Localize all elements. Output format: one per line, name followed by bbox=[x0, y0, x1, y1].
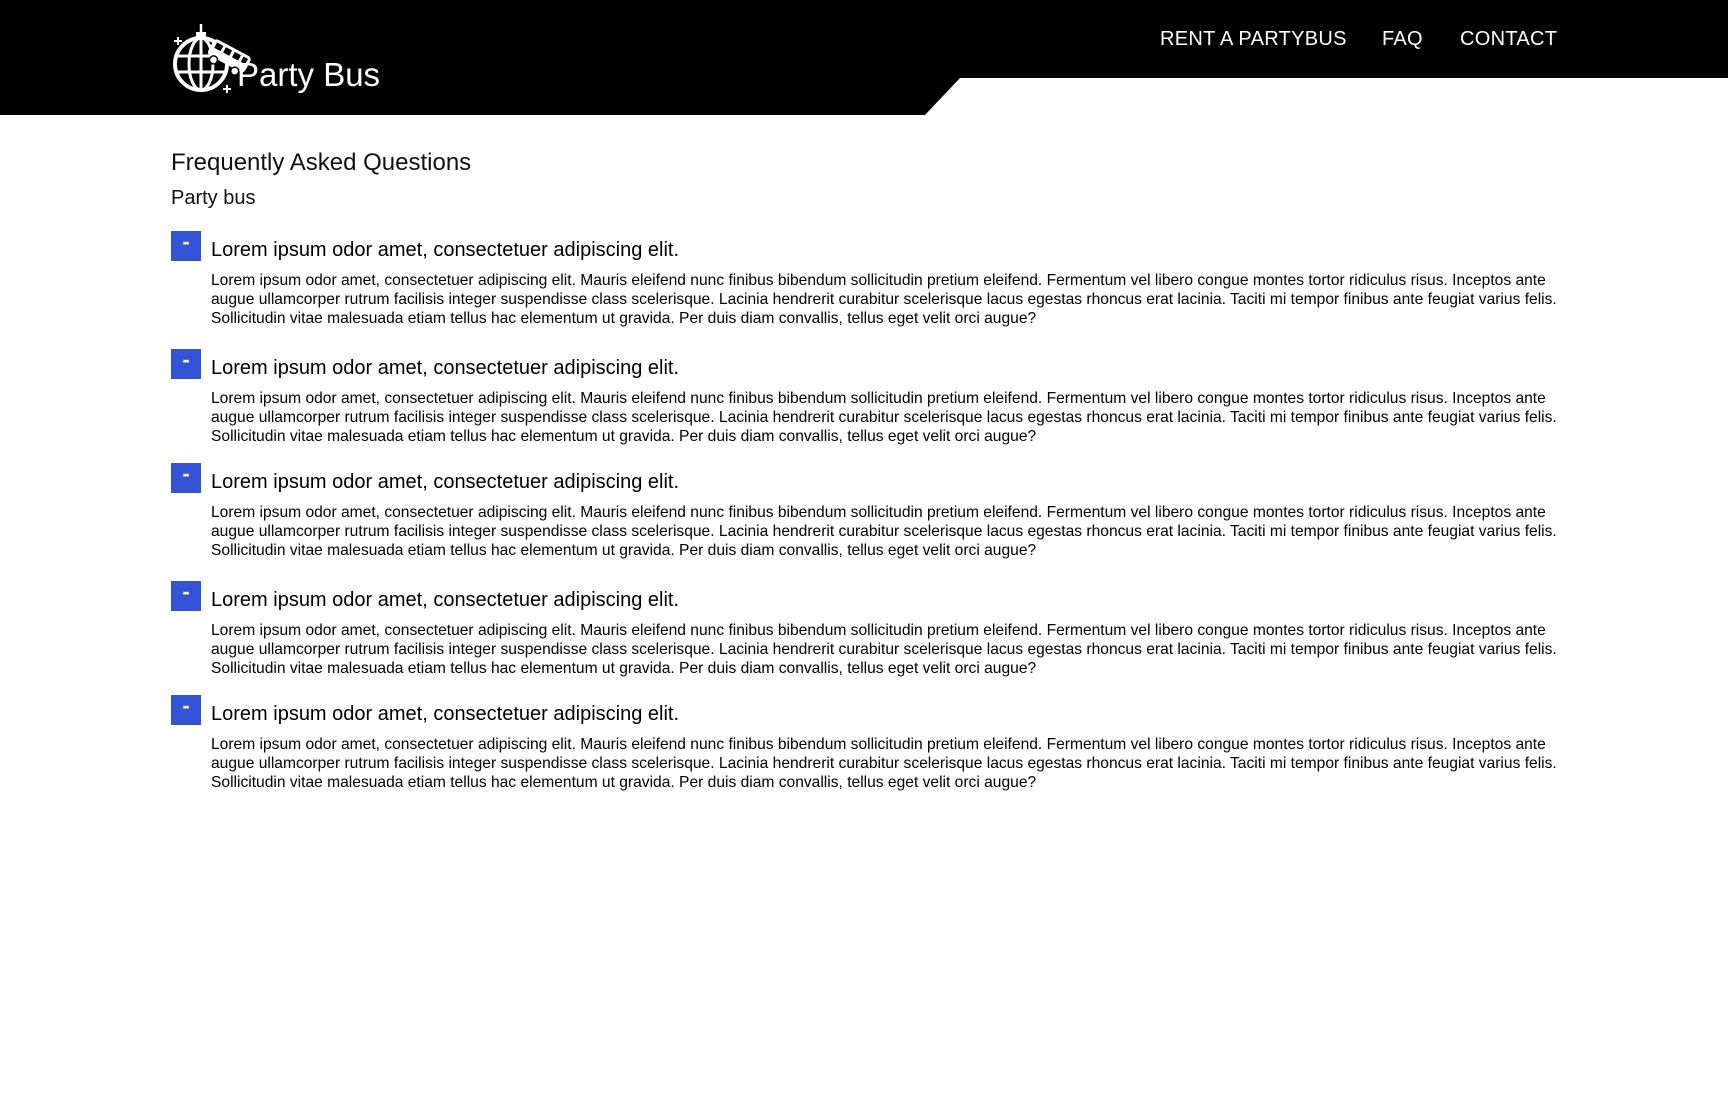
faq-answer: Lorem ipsum odor amet, consectetuer adip… bbox=[211, 736, 1557, 791]
nav-faq[interactable]: FAQ bbox=[1382, 24, 1423, 54]
minus-icon: - bbox=[182, 579, 190, 604]
page-subtitle: Party bus bbox=[171, 187, 256, 209]
faq-question: Lorem ipsum odor amet, consectetuer adip… bbox=[211, 471, 680, 493]
faq-question: Lorem ipsum odor amet, consectetuer adip… bbox=[211, 589, 680, 611]
logo-text: Party Bus bbox=[237, 56, 381, 93]
main-content: Frequently Asked Questions Party bus - L… bbox=[171, 146, 1561, 791]
faq-answer: Lorem ipsum odor amet, consectetuer adip… bbox=[211, 622, 1557, 677]
faq-question: Lorem ipsum odor amet, consectetuer adip… bbox=[211, 357, 680, 379]
main-nav: RENT A PARTYBUS FAQ CONTACT bbox=[1100, 24, 1557, 54]
minus-icon: - bbox=[182, 229, 190, 254]
faq-toggle-button[interactable]: - bbox=[171, 463, 201, 493]
faq-answer: Lorem ipsum odor amet, consectetuer adip… bbox=[211, 272, 1557, 327]
minus-icon: - bbox=[182, 693, 190, 718]
faq-toggle-button[interactable]: - bbox=[171, 581, 201, 611]
nav-contact[interactable]: CONTACT bbox=[1460, 24, 1557, 54]
faq-toggle-button[interactable]: - bbox=[171, 349, 201, 379]
faq-toggle-button[interactable]: - bbox=[171, 231, 201, 261]
faq-answer: Lorem ipsum odor amet, consectetuer adip… bbox=[211, 504, 1557, 559]
page: Party Bus RENT A PARTYBUS FAQ CONTACT Fr… bbox=[0, 0, 1728, 1117]
minus-icon: - bbox=[182, 347, 190, 372]
faq-question: Lorem ipsum odor amet, consectetuer adip… bbox=[211, 703, 680, 725]
faq-answer: Lorem ipsum odor amet, consectetuer adip… bbox=[211, 390, 1557, 445]
logo-link[interactable]: Party Bus bbox=[171, 20, 401, 100]
minus-icon: - bbox=[182, 461, 190, 486]
faq-question: Lorem ipsum odor amet, consectetuer adip… bbox=[211, 239, 680, 261]
nav-rent-a-partybus[interactable]: RENT A PARTYBUS bbox=[1160, 24, 1347, 54]
faq-toggle-button[interactable]: - bbox=[171, 695, 201, 725]
page-title: Frequently Asked Questions bbox=[171, 149, 472, 176]
